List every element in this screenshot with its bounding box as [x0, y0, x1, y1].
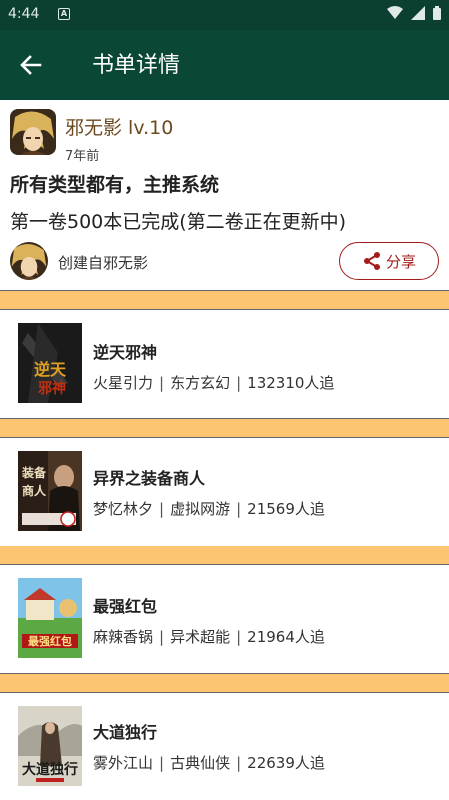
book-category: 虚拟网游 — [170, 500, 231, 518]
section-divider — [0, 418, 449, 438]
book-item[interactable]: 大道独行 大道独行 雾外江山 | 古典仙侠 | 22639人追 — [0, 693, 449, 800]
svg-text:逆天: 逆天 — [34, 360, 67, 379]
booklist-description: 第一卷500本已完成(第二卷正在更新中) — [10, 211, 347, 233]
svg-text:最强红包: 最强红包 — [28, 634, 72, 648]
booklist-header: 邪无影 lv.10 7年前 所有类型都有，主推系统 第一卷500本已完成(第二卷… — [0, 100, 449, 290]
share-icon — [363, 252, 380, 270]
share-button[interactable]: 分享 — [339, 242, 439, 280]
svg-text:商人: 商人 — [22, 483, 47, 498]
book-category: 东方玄幻 — [170, 374, 231, 392]
status-time: 4:44 — [8, 6, 40, 22]
book-item[interactable]: 逆天 邪神 逆天邪神 火星引力 | 东方玄幻 | 132310人追 — [0, 310, 449, 418]
book-item[interactable]: 装备 商人 异界之装备商人 梦忆林夕 | 虚拟网游 | 21569人追 — [0, 438, 449, 546]
status-bar: 4:44 A — [0, 0, 449, 30]
notification-a-icon: A — [58, 8, 70, 20]
section-divider — [0, 545, 449, 565]
back-button[interactable] — [16, 50, 46, 80]
post-time: 7年前 — [65, 149, 100, 164]
book-title: 逆天邪神 — [93, 343, 158, 362]
author-name[interactable]: 邪无影 lv.10 — [65, 113, 173, 140]
book-author: 麻辣香锅 — [93, 628, 154, 646]
author-avatar[interactable] — [10, 109, 56, 155]
book-item[interactable]: 最强红包 最强红包 麻辣香锅 | 异术超能 | 21964人追 — [0, 565, 449, 673]
creator-label: 创建自邪无影 — [58, 254, 149, 272]
section-divider — [0, 290, 449, 310]
booklist-title: 所有类型都有，主推系统 — [10, 174, 220, 196]
book-meta: 火星引力 | 东方玄幻 | 132310人追 — [93, 374, 335, 392]
book-followers: 21964人追 — [247, 628, 325, 646]
book-category: 古典仙侠 — [170, 754, 231, 772]
app-bar: 书单详情 — [0, 30, 449, 100]
creator-avatar[interactable] — [10, 242, 48, 280]
book-followers: 132310人追 — [247, 374, 335, 392]
book-meta: 梦忆林夕 | 虚拟网游 | 21569人追 — [93, 500, 325, 518]
book-author: 雾外江山 — [93, 754, 154, 772]
section-divider — [0, 673, 449, 693]
book-title: 异界之装备商人 — [93, 469, 206, 488]
battery-icon — [433, 6, 441, 20]
book-meta: 雾外江山 | 古典仙侠 | 22639人追 — [93, 754, 325, 772]
svg-text:装备: 装备 — [21, 465, 47, 480]
page-title: 书单详情 — [92, 53, 181, 78]
share-label: 分享 — [385, 252, 416, 271]
book-cover: 装备 商人 — [18, 451, 82, 531]
signal-icon — [411, 6, 425, 20]
book-title: 最强红包 — [93, 597, 158, 616]
svg-text:邪神: 邪神 — [37, 380, 66, 397]
svg-text:大道独行: 大道独行 — [22, 761, 78, 778]
book-author: 火星引力 — [93, 374, 154, 392]
book-cover: 逆天 邪神 — [18, 323, 82, 403]
book-author: 梦忆林夕 — [93, 500, 154, 518]
book-followers: 21569人追 — [247, 500, 325, 518]
status-icons — [387, 6, 441, 20]
book-title: 大道独行 — [93, 723, 158, 742]
arrow-left-icon — [20, 55, 42, 75]
book-followers: 22639人追 — [247, 754, 325, 772]
book-cover: 最强红包 — [18, 578, 82, 658]
book-meta: 麻辣香锅 | 异术超能 | 21964人追 — [93, 628, 325, 646]
wifi-icon — [387, 6, 403, 19]
book-cover: 大道独行 — [18, 706, 82, 786]
book-category: 异术超能 — [170, 628, 231, 646]
